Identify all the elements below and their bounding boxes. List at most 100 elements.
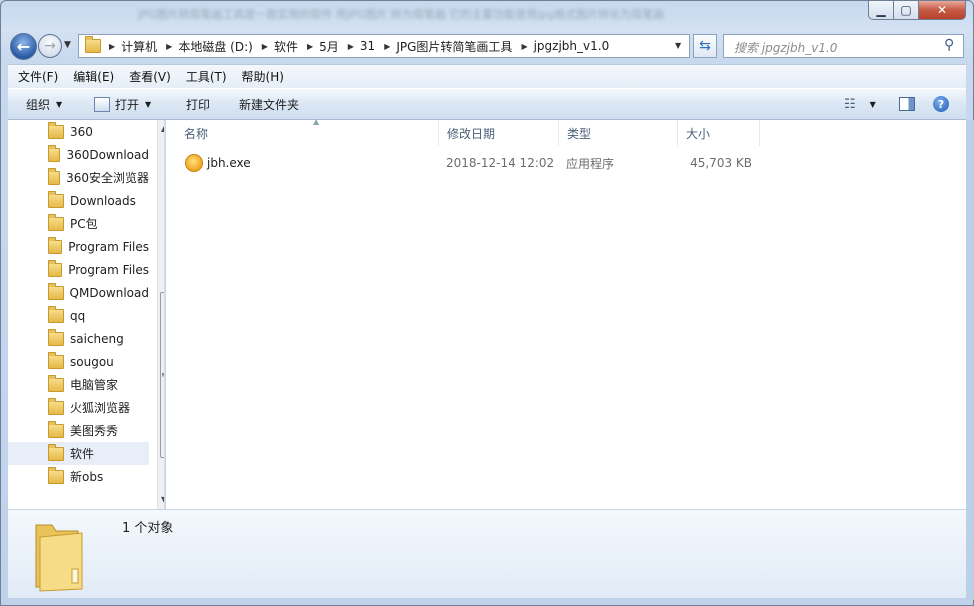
organize-button[interactable]: 组织 ▼: [26, 89, 62, 119]
title-bar[interactable]: JPG图片转简笔画工具是一款实用的软件 将JPG图片 转为简笔画 它的主要功能是…: [8, 0, 858, 28]
folder-icon: [48, 236, 63, 254]
folder-icon: [48, 144, 61, 162]
tree-item-label: 电脑管家: [70, 378, 119, 392]
tree-item[interactable]: qq: [8, 304, 149, 327]
menu-help[interactable]: 帮助(H): [232, 68, 289, 85]
address-dropdown[interactable]: ▼: [675, 41, 681, 50]
tree-item[interactable]: 360: [8, 120, 149, 143]
close-button[interactable]: ✕: [918, 0, 966, 20]
folder-icon: [48, 397, 64, 415]
view-details-icon: ☷: [844, 96, 856, 112]
chevron-right-icon[interactable]: ▶: [164, 42, 174, 51]
folder-icon: [48, 167, 61, 185]
tree-item-label: saicheng: [70, 331, 124, 346]
tree-item[interactable]: Program Files: [8, 235, 149, 258]
column-date-label: 修改日期: [447, 126, 496, 141]
tree-item-label: 火狐浏览器: [70, 401, 131, 415]
menu-edit[interactable]: 编辑(E): [63, 68, 119, 85]
search-icon[interactable]: ⚲: [944, 37, 954, 53]
table-row[interactable]: jbh.exe 2018-12-14 12:02 应用程序 45,703 KB: [176, 153, 760, 173]
folder-icon: [48, 420, 64, 438]
column-header-size[interactable]: 大小: [678, 120, 760, 146]
column-header-name[interactable]: 名称 ▲: [176, 117, 439, 146]
tree-item-label: 360Download: [66, 147, 149, 162]
item-count: 1 个对象: [122, 521, 174, 536]
tree-item[interactable]: QMDownload: [8, 281, 149, 304]
file-name: jbh.exe: [207, 156, 251, 170]
tree-item[interactable]: 360Download: [8, 143, 149, 166]
tree-item-label: QMDownload: [69, 285, 149, 300]
view-options-button[interactable]: ☷ ▼: [844, 89, 876, 119]
minimize-button[interactable]: ▁: [868, 0, 894, 20]
tree-item[interactable]: 新obs: [8, 465, 149, 488]
folder-icon: [48, 351, 64, 369]
refresh-button[interactable]: ⇆: [693, 34, 717, 58]
chevron-right-icon[interactable]: ▶: [305, 42, 315, 51]
address-bar[interactable]: ▶ 计算机 ▶ 本地磁盘 (D:) ▶ 软件 ▶ 5月 ▶ 31 ▶ JPG图片…: [78, 34, 690, 58]
tree-item[interactable]: saicheng: [8, 327, 149, 350]
tree-item-label: Program Files: [68, 239, 149, 254]
folder-icon: [48, 121, 64, 139]
breadcrumb-software[interactable]: 软件: [270, 38, 305, 55]
back-arrow-icon: ←: [16, 37, 31, 56]
help-button[interactable]: ?: [933, 89, 949, 119]
chevron-right-icon[interactable]: ▶: [519, 42, 529, 51]
folder-icon: [48, 190, 64, 208]
breadcrumb-current[interactable]: jpgzjbh_v1.0: [530, 39, 617, 53]
open-button[interactable]: 打开 ▼: [94, 89, 151, 119]
chevron-right-icon[interactable]: ▶: [107, 42, 117, 51]
print-label: 打印: [186, 97, 211, 112]
preview-pane-button[interactable]: [899, 89, 915, 119]
nav-scrollbar[interactable]: ▲ ≡ ▼: [157, 120, 164, 509]
preview-pane-icon: [899, 97, 915, 111]
breadcrumb-31[interactable]: 31: [356, 39, 382, 53]
tree-item[interactable]: PC包: [8, 212, 149, 235]
scroll-down-icon[interactable]: ▼: [161, 495, 164, 504]
column-header-type[interactable]: 类型: [559, 120, 678, 146]
breadcrumb-may[interactable]: 5月: [315, 38, 346, 55]
column-type-label: 类型: [567, 126, 592, 141]
scroll-up-icon[interactable]: ▲: [161, 124, 164, 133]
tree-item[interactable]: sougou: [8, 350, 149, 373]
recent-pages-dropdown[interactable]: ▼: [64, 40, 71, 50]
breadcrumb-tool[interactable]: JPG图片转简笔画工具: [392, 38, 519, 55]
forward-button[interactable]: →: [38, 34, 62, 58]
open-icon: [94, 96, 110, 112]
organize-label: 组织: [26, 97, 51, 112]
print-button[interactable]: 打印: [186, 89, 210, 119]
tree-item[interactable]: Downloads: [8, 189, 149, 212]
chevron-right-icon[interactable]: ▶: [382, 42, 392, 51]
tree-item[interactable]: 火狐浏览器: [8, 396, 149, 419]
tree-item-label: sougou: [70, 354, 114, 369]
chevron-right-icon[interactable]: ▶: [260, 42, 270, 51]
folder-icon: [48, 213, 64, 231]
help-icon: ?: [933, 96, 949, 112]
navigation-pane: 360 360Download 360安全浏览器 Downloads PC包 Progra…: [8, 120, 165, 509]
file-type: 应用程序: [566, 156, 615, 171]
file-size: 45,703 KB: [690, 156, 752, 170]
menu-file[interactable]: 文件(F): [8, 68, 63, 85]
tree-item[interactable]: Program Files: [8, 258, 149, 281]
tree-item[interactable]: 360安全浏览器: [8, 166, 149, 189]
chevron-right-icon[interactable]: ▶: [346, 42, 356, 51]
menu-tools[interactable]: 工具(T): [176, 68, 232, 85]
new-folder-button[interactable]: 新建文件夹: [239, 89, 299, 119]
column-header-date[interactable]: 修改日期: [439, 120, 559, 146]
tree-item-label: Program Files: [68, 262, 149, 277]
menu-view[interactable]: 查看(V): [119, 68, 176, 85]
tree-item[interactable]: 美图秀秀: [8, 419, 149, 442]
window-border[interactable]: [966, 120, 974, 600]
search-placeholder: 搜索 jpgzjbh_v1.0: [734, 41, 838, 55]
tree-item[interactable]: 电脑管家: [8, 373, 149, 396]
menu-bar: 文件(F) 编辑(E) 查看(V) 工具(T) 帮助(H): [8, 64, 966, 88]
folder-icon: [48, 259, 63, 277]
search-input[interactable]: 搜索 jpgzjbh_v1.0 ⚲: [723, 34, 964, 58]
tree-item[interactable]: 软件: [8, 442, 149, 465]
breadcrumb-drive[interactable]: 本地磁盘 (D:): [174, 38, 259, 55]
maximize-button[interactable]: ▢: [893, 0, 919, 20]
sort-ascending-icon: ▲: [313, 117, 320, 126]
folder-icon: [48, 305, 64, 323]
breadcrumb-computer[interactable]: 计算机: [117, 38, 164, 55]
back-button[interactable]: ←: [10, 33, 37, 60]
refresh-icon: ⇆: [699, 38, 711, 54]
